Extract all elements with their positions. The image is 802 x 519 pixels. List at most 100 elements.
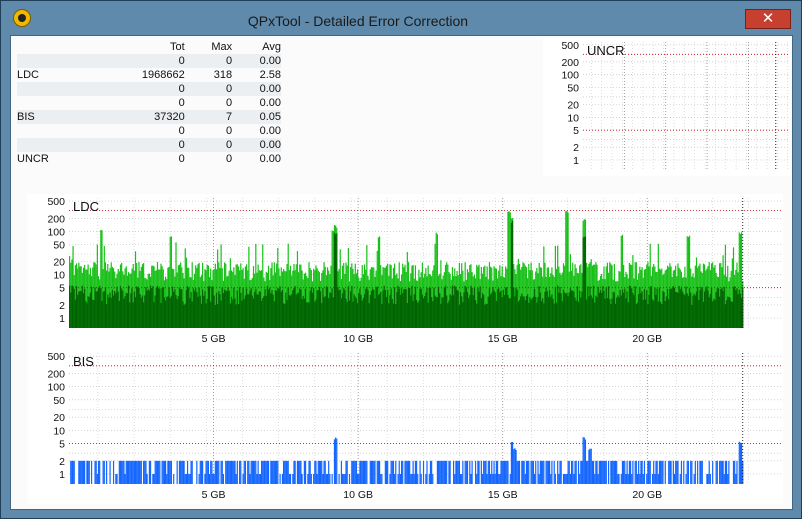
data-bar xyxy=(439,460,441,484)
data-bar xyxy=(412,460,414,484)
data-bar xyxy=(262,460,264,484)
data-bar xyxy=(532,460,535,484)
data-bar xyxy=(530,460,532,484)
header-max: Max xyxy=(211,41,233,53)
data-bar xyxy=(122,290,124,328)
data-bar xyxy=(507,460,509,484)
data-bar xyxy=(265,295,267,328)
data-bar xyxy=(325,474,327,484)
data-bar xyxy=(204,291,206,328)
data-bar xyxy=(258,474,260,484)
y-tick-label: 100 xyxy=(47,382,65,394)
data-bar xyxy=(628,285,631,328)
data-bar xyxy=(369,295,371,328)
data-bar xyxy=(501,460,503,484)
data-bar xyxy=(287,287,289,328)
data-bar xyxy=(484,460,486,484)
data-bar xyxy=(147,289,149,328)
data-bar xyxy=(511,220,514,328)
data-bar xyxy=(461,474,463,484)
data-bar xyxy=(387,289,389,328)
row-tot: 0 xyxy=(87,138,185,152)
data-bar xyxy=(353,294,355,328)
data-bar xyxy=(457,460,459,484)
data-bar xyxy=(277,460,279,484)
data-bar xyxy=(226,460,228,484)
data-bar xyxy=(352,460,354,484)
data-bar xyxy=(270,293,272,328)
title-bar[interactable]: QPxTool - Detailed Error Correction ✕ xyxy=(1,1,801,39)
data-bar xyxy=(336,233,338,328)
data-bar xyxy=(490,474,492,484)
data-bar xyxy=(684,295,686,328)
data-bar xyxy=(204,474,206,484)
data-bar xyxy=(477,287,479,328)
data-bar xyxy=(597,474,599,484)
data-bar xyxy=(496,289,499,328)
data-bar xyxy=(502,289,504,328)
data-bar xyxy=(141,295,144,328)
data-bar xyxy=(254,460,256,484)
data-bar xyxy=(614,303,617,328)
data-bar xyxy=(535,460,537,484)
data-bar xyxy=(515,449,517,484)
data-bar xyxy=(154,295,156,328)
data-bar xyxy=(210,301,212,328)
data-bar xyxy=(562,474,565,484)
data-bar xyxy=(163,460,166,484)
data-bar xyxy=(115,293,117,328)
data-bar xyxy=(429,287,432,328)
close-button[interactable]: ✕ xyxy=(745,9,791,29)
data-bar xyxy=(374,460,376,484)
data-bar xyxy=(381,474,383,484)
row-avg: 0.00 xyxy=(259,125,281,137)
data-bar xyxy=(570,290,573,328)
data-bar xyxy=(166,474,168,484)
data-bar xyxy=(657,301,659,328)
data-bar xyxy=(178,287,181,328)
data-bar xyxy=(621,460,624,484)
data-bar xyxy=(464,286,466,328)
data-bar xyxy=(336,438,338,484)
data-bar xyxy=(235,474,237,484)
data-bar xyxy=(217,460,219,484)
data-bar xyxy=(177,296,179,328)
summary-row: LDC 1968662 318 2.58 xyxy=(17,68,281,82)
data-bar xyxy=(728,296,730,328)
data-bar xyxy=(523,460,525,484)
data-bar xyxy=(230,460,233,484)
data-bar xyxy=(511,442,514,484)
data-bar xyxy=(218,291,220,328)
data-bar xyxy=(240,292,242,328)
row-max: 0 xyxy=(184,82,233,96)
data-bar xyxy=(411,474,413,484)
data-bar xyxy=(106,460,108,484)
data-bar xyxy=(252,298,255,328)
data-bar xyxy=(313,474,315,484)
data-bar xyxy=(248,294,250,328)
data-bar xyxy=(471,287,473,328)
data-bar xyxy=(488,460,491,484)
data-bar xyxy=(687,295,689,328)
data-bar xyxy=(88,460,90,484)
data-bar xyxy=(282,460,285,484)
row-tot: 0 xyxy=(87,54,185,68)
data-bar xyxy=(428,474,430,484)
data-bar xyxy=(728,460,730,484)
summary-row: 0 0 0.00 xyxy=(17,82,281,96)
data-bar xyxy=(288,295,290,328)
data-bar xyxy=(298,460,300,484)
data-bar xyxy=(522,460,524,484)
data-bar xyxy=(215,460,218,484)
data-bar xyxy=(73,288,75,328)
bis-chart: 5002001005020105215 GB 10 GB 15 GB 20 GBBIS xyxy=(27,349,783,504)
data-bar xyxy=(603,460,605,484)
data-bar xyxy=(617,474,619,484)
summary-table: Tot Max Avg 0 0 0.00 LDC 1968662 318 2.58 000… xyxy=(17,40,281,166)
data-bar xyxy=(517,301,519,328)
data-bar xyxy=(291,294,293,328)
data-bar xyxy=(165,460,167,484)
data-bar xyxy=(93,299,95,328)
data-bar xyxy=(454,474,456,484)
data-bar xyxy=(241,300,243,328)
